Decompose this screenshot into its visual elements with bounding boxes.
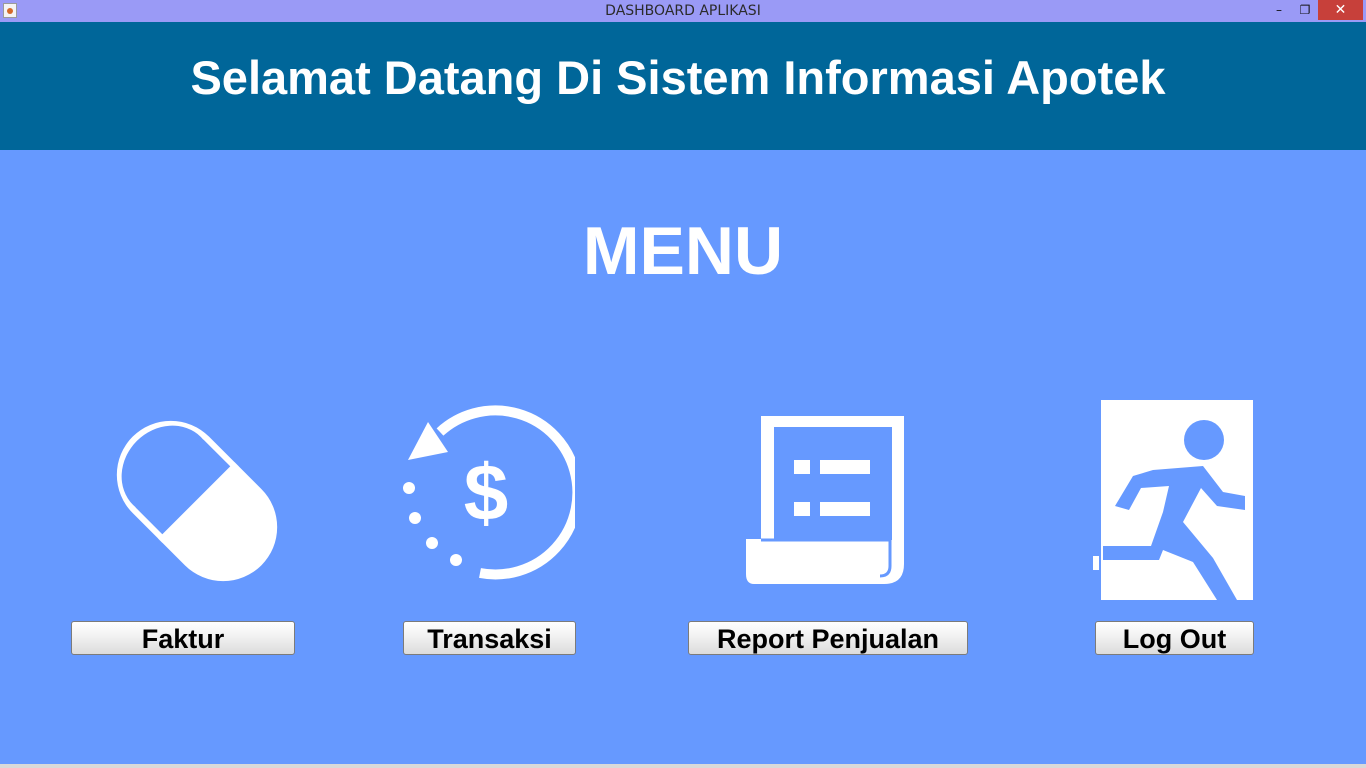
logout-button[interactable]: Log Out xyxy=(1095,621,1254,655)
maximize-button[interactable]: ❐ xyxy=(1292,0,1318,20)
pill-capsule-icon[interactable] xyxy=(98,402,296,600)
receipt-report-icon[interactable] xyxy=(744,414,906,586)
bottom-strip xyxy=(0,764,1366,768)
exit-door-icon[interactable] xyxy=(1093,400,1255,602)
window-titlebar: DASHBOARD APLIKASI – ❐ ✕ xyxy=(0,0,1366,22)
report-penjualan-button[interactable]: Report Penjualan xyxy=(688,621,968,655)
window-title: DASHBOARD APLIKASI xyxy=(605,3,761,19)
minimize-button[interactable]: – xyxy=(1266,0,1292,20)
header-banner: Selamat Datang Di Sistem Informasi Apote… xyxy=(0,22,1366,150)
menu-title: MENU xyxy=(582,213,784,289)
transaksi-button[interactable]: Transaksi xyxy=(403,621,576,655)
welcome-title: Selamat Datang Di Sistem Informasi Apote… xyxy=(190,51,1166,104)
dollar-history-icon[interactable]: $ xyxy=(400,400,575,580)
faktur-button[interactable]: Faktur xyxy=(71,621,295,655)
svg-text:$: $ xyxy=(464,448,509,537)
close-button[interactable]: ✕ xyxy=(1318,0,1363,20)
